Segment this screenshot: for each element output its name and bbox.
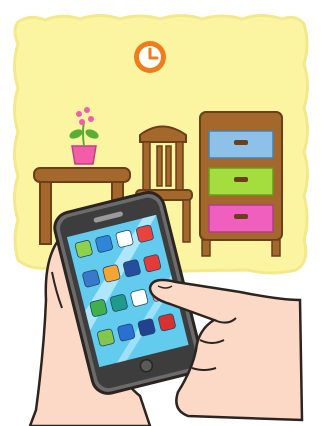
app-icon-navy[interactable]	[123, 259, 141, 278]
app-icon-blue-3[interactable]	[117, 323, 136, 342]
app-icon-green-2[interactable]	[89, 299, 108, 317]
app-icon-teal[interactable]	[110, 294, 128, 312]
app-icon-darkblue[interactable]	[137, 318, 156, 337]
phone-in-room-illustration	[13, 14, 309, 426]
app-icon-white[interactable]	[115, 229, 134, 248]
app-icon-red-2[interactable]	[143, 254, 162, 273]
app-icon-orange[interactable]	[102, 264, 121, 283]
app-icon-lime[interactable]	[97, 328, 115, 347]
app-icon-blue-2[interactable]	[82, 269, 100, 288]
app-icon-green[interactable]	[74, 240, 93, 258]
app-icon-blue[interactable]	[95, 234, 113, 253]
dresser	[199, 111, 283, 257]
clock-icon	[134, 41, 166, 73]
app-icon-red-3[interactable]	[158, 313, 176, 332]
app-icon-red[interactable]	[136, 224, 154, 243]
app-icon-white-2[interactable]	[130, 288, 149, 307]
